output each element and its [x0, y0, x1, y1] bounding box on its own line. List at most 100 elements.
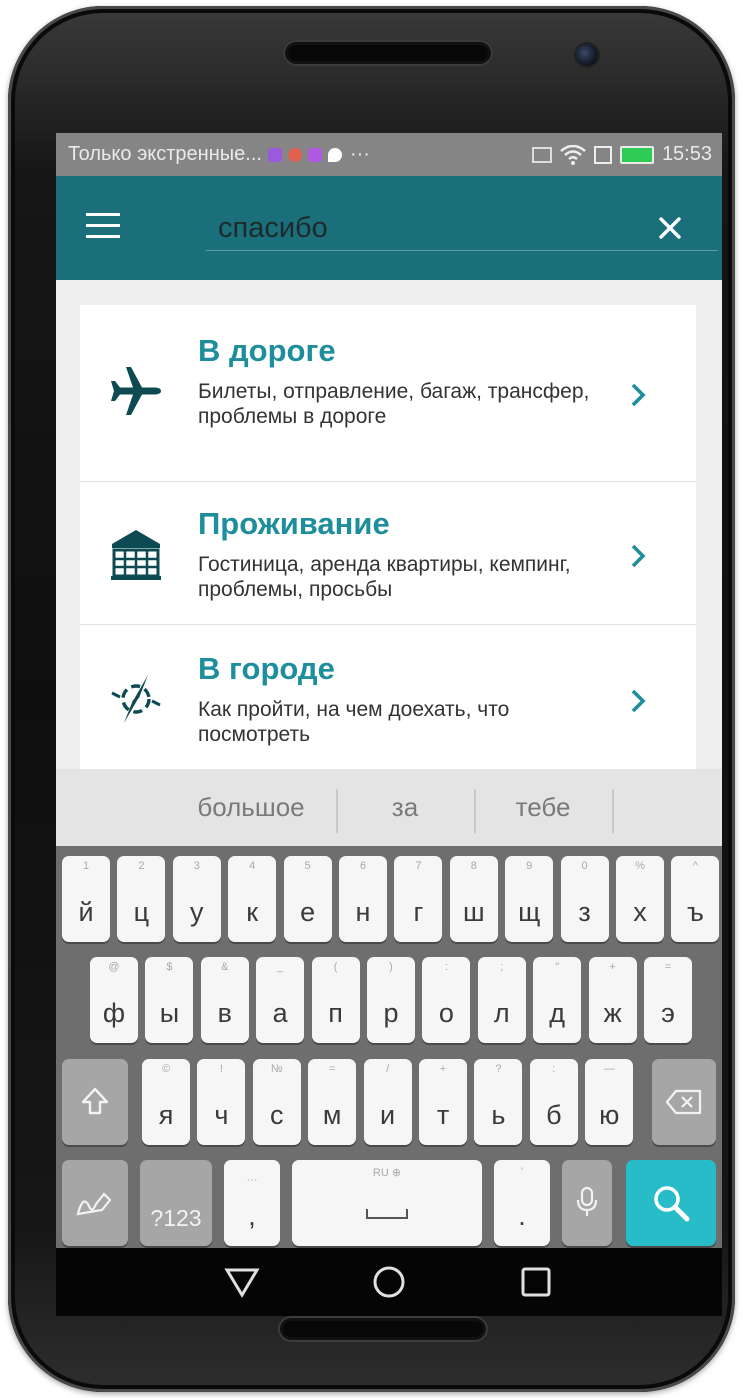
key-ч[interactable]: ! ч: [197, 1059, 246, 1145]
key-з[interactable]: 0з: [560, 856, 609, 942]
key-м[interactable]: = м: [308, 1059, 357, 1145]
wifi-icon: [560, 144, 586, 165]
front-camera: [576, 44, 598, 66]
key-label: у: [190, 897, 204, 927]
app-notification-icon: [287, 147, 302, 162]
category-description: Гостиница, аренда квартиры, кемпинг, про…: [198, 553, 571, 601]
key-й[interactable]: 1й: [62, 856, 110, 942]
key-hint: %: [635, 860, 645, 872]
key-я[interactable]: © я: [142, 1059, 190, 1145]
sim-icon: [593, 145, 612, 164]
key-е[interactable]: 5е: [283, 856, 332, 942]
key-д[interactable]: " д: [533, 957, 582, 1043]
suggestion-word[interactable]: тебе: [476, 769, 610, 846]
search-key[interactable]: [626, 1160, 716, 1246]
shift-icon: [81, 1087, 109, 1115]
nfc-icon: [531, 146, 552, 163]
key-hint: 6: [359, 860, 367, 872]
key-label: о: [438, 998, 454, 1028]
top-speaker: [283, 40, 493, 66]
key-hint: @: [108, 961, 120, 973]
key-label: щ: [518, 897, 541, 927]
key-hint: 3: [193, 860, 200, 872]
symbols-key[interactable]: ?123: [140, 1160, 212, 1246]
key-hint: :: [444, 961, 448, 973]
back-icon[interactable]: [222, 1264, 262, 1300]
category-card-accommodation[interactable]: Проживание Гостиница, аренда квартиры, к…: [80, 482, 696, 625]
space-key-language: RU ⊕: [372, 1167, 402, 1179]
comma-key-label: ,: [248, 1201, 256, 1231]
airplane-icon: [111, 367, 161, 415]
comma-key[interactable]: ··· ,: [224, 1160, 280, 1246]
key-ц[interactable]: 2ц: [117, 856, 166, 942]
handwriting-icon: [76, 1192, 112, 1216]
key-б[interactable]: :б: [529, 1059, 578, 1145]
key-hint: ": [555, 961, 560, 973]
app-notification-icon: [327, 147, 342, 162]
menu-icon[interactable]: [86, 213, 122, 241]
handwriting-key[interactable]: [62, 1160, 128, 1246]
key-л[interactable]: ; л: [477, 957, 526, 1043]
symbols-key-label: ?123: [150, 1205, 202, 1231]
home-icon[interactable]: [369, 1264, 409, 1300]
search-icon: [654, 1186, 690, 1222]
key-label: ф: [102, 998, 126, 1028]
key-ъ[interactable]: ^ ъ: [671, 856, 720, 942]
backspace-icon: [665, 1089, 702, 1115]
key-label: т: [436, 1100, 450, 1130]
category-card-city[interactable]: В городе Как пройти, на чем доехать, что…: [80, 625, 696, 776]
key-label: й: [78, 897, 94, 927]
key-ф[interactable]: @ ф: [90, 957, 138, 1043]
key-к[interactable]: 4к: [228, 856, 277, 942]
status-time: 15:53: [661, 143, 712, 165]
status-bar: Только экстренные... ··· 15:53: [56, 133, 722, 176]
key-label: ы: [159, 998, 180, 1028]
key-т[interactable]: + т: [419, 1059, 467, 1145]
key-а[interactable]: _ а: [256, 957, 305, 1043]
key-н[interactable]: 6н: [339, 856, 387, 942]
key-label: и: [380, 1100, 396, 1130]
key-label: е: [300, 897, 316, 927]
key-х[interactable]: % х: [616, 856, 664, 942]
voice-input-key[interactable]: [562, 1160, 612, 1246]
key-ж[interactable]: + ж: [588, 957, 637, 1043]
key-в[interactable]: & в: [200, 957, 249, 1043]
suggestion-word[interactable]: большое: [166, 769, 336, 846]
key-hint: 2: [138, 860, 145, 872]
key-и[interactable]: / и: [363, 1059, 412, 1145]
key-ш[interactable]: 8ш: [449, 856, 498, 942]
key-hint: 1: [82, 860, 90, 872]
key-р[interactable]: ) р: [367, 957, 415, 1043]
key-п[interactable]: (п: [311, 957, 360, 1043]
key-hint: /: [386, 1063, 390, 1075]
suggestion-strip: большое за тебе: [56, 769, 722, 846]
key-у[interactable]: 3у: [172, 856, 221, 942]
period-key[interactable]: ' .: [494, 1160, 550, 1246]
key-г[interactable]: 7г: [394, 856, 443, 942]
key-label: б: [546, 1100, 562, 1130]
backspace-key[interactable]: [652, 1059, 716, 1145]
search-input[interactable]: [206, 206, 718, 251]
key-э[interactable]: = э: [644, 957, 692, 1043]
category-card-travel[interactable]: В дороге Билеты, отправление, багаж, тра…: [80, 305, 696, 482]
shift-key[interactable]: [62, 1059, 128, 1145]
screen: Только экстренные... ··· 15:53 спасибо В…: [56, 133, 722, 1316]
key-label: с: [270, 1100, 284, 1130]
key-ь[interactable]: ? ь: [474, 1059, 523, 1145]
key-о[interactable]: :о: [422, 957, 471, 1043]
key-ю[interactable]: — ю: [585, 1059, 634, 1145]
status-icons: 15:53: [531, 133, 712, 176]
period-key-label: .: [518, 1201, 526, 1231]
close-icon[interactable]: [652, 210, 688, 246]
suggestion-word[interactable]: за: [338, 769, 472, 846]
key-с[interactable]: № с: [252, 1059, 301, 1145]
key-ы[interactable]: $ ы: [145, 957, 194, 1043]
compass-icon: [111, 675, 161, 723]
category-title: Проживание: [198, 506, 390, 541]
key-label: ж: [603, 998, 622, 1028]
key-щ[interactable]: 9щ: [505, 856, 554, 942]
space-key[interactable]: RU ⊕: [292, 1160, 482, 1246]
building-icon: [111, 530, 161, 580]
chevron-right-icon: [631, 689, 646, 713]
recents-icon[interactable]: [516, 1264, 556, 1300]
